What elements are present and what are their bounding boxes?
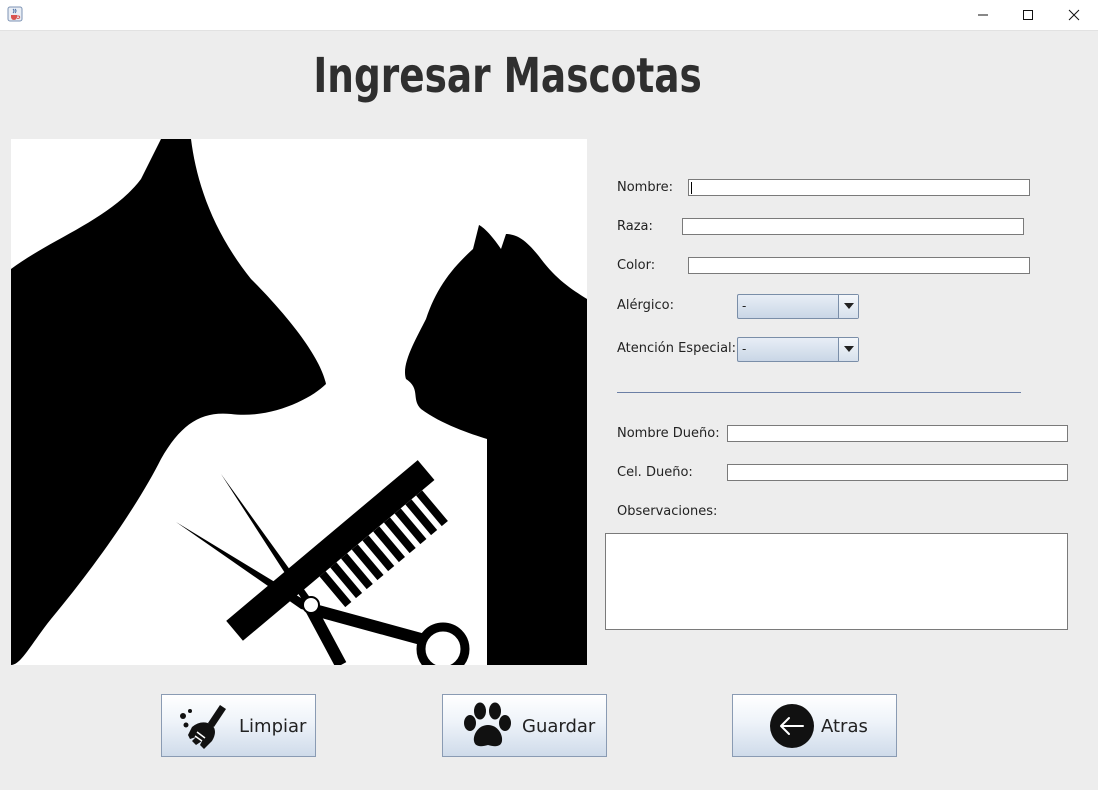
atras-button[interactable]: Atras (732, 694, 897, 757)
guardar-label: Guardar (522, 716, 596, 737)
observaciones-label: Observaciones: (617, 504, 718, 519)
maximize-icon (1023, 10, 1033, 20)
form-separator (617, 392, 1021, 393)
cel-input[interactable] (727, 464, 1068, 481)
observaciones-textarea[interactable] (605, 533, 1068, 630)
color-input[interactable] (688, 257, 1030, 274)
broom-icon (180, 705, 226, 749)
minimize-button[interactable] (960, 0, 1006, 30)
nombre-label: Nombre: (617, 180, 674, 195)
java-cup-icon (7, 6, 23, 22)
atencion-label: Atención Especial: (617, 341, 737, 356)
atencion-selected-value: - (742, 342, 747, 356)
dueno-label: Nombre Dueño: (617, 426, 720, 441)
maximize-button[interactable] (1005, 0, 1051, 30)
alergico-label: Alérgico: (617, 298, 674, 313)
alergico-select[interactable]: - (737, 294, 859, 319)
close-icon (1068, 9, 1080, 21)
window-titlebar (0, 0, 1098, 31)
chevron-down-icon (844, 346, 854, 352)
page-title: Ingresar Mascotas (313, 48, 702, 104)
alergico-selected-value: - (742, 299, 747, 313)
atras-label: Atras (821, 716, 868, 737)
pet-grooming-image (11, 139, 587, 665)
raza-label: Raza: (617, 219, 653, 234)
atencion-dropdown-button[interactable] (838, 338, 858, 361)
color-label: Color: (617, 258, 656, 273)
limpiar-button[interactable]: Limpiar (161, 694, 316, 757)
atencion-select[interactable]: - (737, 337, 859, 362)
chevron-down-icon (844, 303, 854, 309)
paw-icon (464, 702, 511, 747)
raza-input[interactable] (682, 218, 1024, 235)
alergico-dropdown-button[interactable] (838, 295, 858, 318)
guardar-button[interactable]: Guardar (442, 694, 607, 757)
limpiar-label: Limpiar (239, 716, 307, 737)
text-caret (691, 182, 692, 194)
dueno-input[interactable] (727, 425, 1068, 442)
cel-label: Cel. Dueño: (617, 465, 693, 480)
close-button[interactable] (1051, 0, 1097, 30)
nombre-input[interactable] (688, 179, 1030, 196)
minimize-icon (978, 14, 988, 16)
arrow-left-circle-icon (770, 704, 814, 748)
